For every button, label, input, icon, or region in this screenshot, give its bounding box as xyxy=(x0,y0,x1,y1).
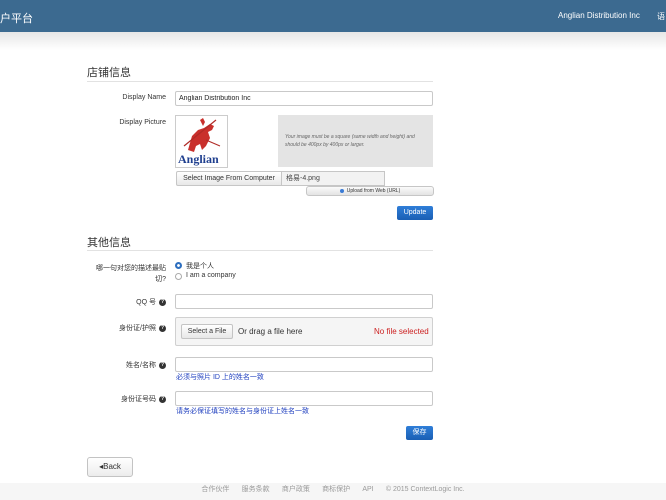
upload-icon xyxy=(339,188,344,193)
display-picture-preview: Anglian xyxy=(175,115,228,168)
help-icon[interactable]: ? xyxy=(159,395,166,403)
footer-copyright: © 2015 ContextLogic Inc. xyxy=(385,486,465,493)
display-name-input[interactable] xyxy=(175,91,433,106)
full-name-label-text: 姓名/名称 xyxy=(126,362,156,369)
footer-link-trademark[interactable]: 商标保护 xyxy=(322,483,350,497)
id-document-label-text: 身份证/护照 xyxy=(119,325,156,332)
merchant-name-menu[interactable]: Anglian Distribution Inc xyxy=(558,11,640,20)
section-divider xyxy=(87,81,433,82)
full-name-label: 姓名/名称? xyxy=(86,360,166,370)
qq-input[interactable] xyxy=(175,294,433,309)
section-divider xyxy=(87,250,433,251)
radio-company[interactable] xyxy=(175,273,182,280)
select-file-button[interactable]: Select a File xyxy=(181,324,233,339)
upload-from-web-label: Upload from Web (URL) xyxy=(346,188,401,194)
save-button[interactable]: 保存 xyxy=(406,426,433,440)
other-info-title: 其他信息 xyxy=(87,237,131,249)
no-file-status: No file selected xyxy=(374,327,429,336)
help-icon[interactable]: ? xyxy=(159,361,166,369)
footer-link-api[interactable]: API xyxy=(362,483,373,497)
knight-horse-icon xyxy=(183,118,221,152)
language-menu[interactable]: 语 xyxy=(657,11,665,22)
qq-label-text: QQ 号 xyxy=(136,299,156,306)
qq-label: QQ 号? xyxy=(86,297,166,307)
header-shadow xyxy=(0,32,666,50)
display-picture-label: Display Picture xyxy=(119,119,166,126)
footer: 合作伙伴 服务条款 商户政策 商标保护 API © 2015 ContextLo… xyxy=(0,483,666,500)
image-requirements-note: Your image must be a square (same width … xyxy=(278,115,433,167)
full-name-hint: 必须与照片 ID 上的姓名一致 xyxy=(176,374,264,381)
footer-link-terms[interactable]: 服务条款 xyxy=(242,483,270,497)
help-icon[interactable]: ? xyxy=(159,324,166,332)
footer-link-partners[interactable]: 合作伙伴 xyxy=(201,483,229,497)
brand-title[interactable]: 户平台 xyxy=(0,10,33,26)
describe-label: 哪一句对您的描述最贴切? xyxy=(96,265,166,283)
id-number-label: 身份证号码? xyxy=(86,394,166,404)
radio-company-label[interactable]: I am a company xyxy=(186,272,236,279)
radio-individual[interactable] xyxy=(175,262,182,269)
id-document-label: 身份证/护照? xyxy=(86,323,166,333)
select-image-button[interactable]: Select Image From Computer xyxy=(176,171,282,186)
selected-file-name: 格易-4.png xyxy=(282,171,385,186)
id-number-hint: 请务必保证填写的姓名与身份证上姓名一致 xyxy=(176,408,309,415)
id-number-label-text: 身份证号码 xyxy=(121,396,156,403)
drag-file-text: Or drag a file here xyxy=(238,327,303,336)
update-button[interactable]: Update xyxy=(397,206,433,220)
back-button[interactable]: ◂Back xyxy=(87,457,133,477)
upload-from-web-button[interactable]: Upload from Web (URL) xyxy=(306,186,434,196)
help-icon[interactable]: ? xyxy=(159,298,166,306)
store-info-title: 店铺信息 xyxy=(87,67,131,79)
footer-link-merchant-policy[interactable]: 商户政策 xyxy=(282,483,310,497)
display-name-label: Display Name xyxy=(122,94,166,101)
full-name-input[interactable] xyxy=(175,357,433,372)
radio-individual-label[interactable]: 我是个人 xyxy=(186,261,214,271)
top-navbar: 户平台 Anglian Distribution Inc 语 xyxy=(0,0,666,32)
logo-text: Anglian xyxy=(178,152,219,166)
id-number-input[interactable] xyxy=(175,391,433,406)
